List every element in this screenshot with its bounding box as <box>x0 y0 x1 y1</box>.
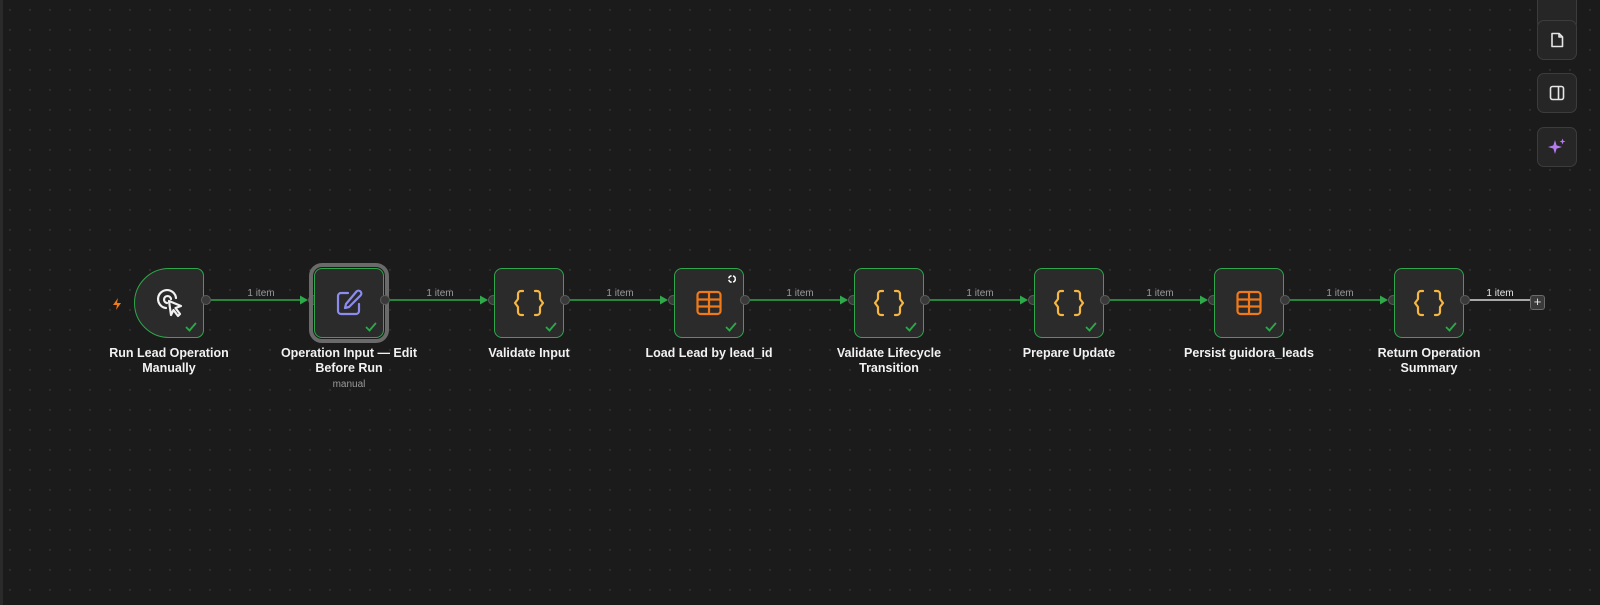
success-check-icon <box>185 322 197 332</box>
edge-label: 1 item <box>606 288 634 299</box>
add-node-button[interactable]: + <box>1530 295 1545 310</box>
edge-label: 1 item <box>786 288 814 299</box>
edge-label: 1 item <box>426 288 454 299</box>
success-check-icon <box>1085 322 1097 332</box>
node-title: Prepare Update <box>1022 346 1116 360</box>
sparkles-icon <box>1548 138 1566 154</box>
node-validate-input[interactable] <box>494 268 564 338</box>
success-check-icon <box>1265 322 1277 332</box>
success-check-icon <box>545 322 557 332</box>
success-check-icon <box>725 322 737 332</box>
node-title: Run Lead Operation Manually <box>109 346 229 375</box>
node-title: Operation Input — Edit Before Run <box>280 346 418 375</box>
node-return-operation-summary[interactable] <box>1394 268 1464 338</box>
sticky-note-button[interactable] <box>1537 20 1577 60</box>
node-title: Validate Input <box>488 346 570 360</box>
panel-toggle-button[interactable] <box>1537 73 1577 113</box>
node-title: Validate Lifecycle Transition <box>836 346 942 375</box>
edge-label: 1 item <box>1146 288 1174 299</box>
trigger-bolt-icon <box>113 298 121 310</box>
edge-label: 1 item <box>1326 288 1354 299</box>
node-subtitle: manual <box>332 379 366 390</box>
sticky-note-icon <box>1551 32 1564 48</box>
node-validate-lifecycle-transition[interactable] <box>854 268 924 338</box>
workflow-canvas[interactable]: Run Lead Operation Manually Operation In… <box>0 0 1600 605</box>
node-load-lead-by-lead-id[interactable] <box>674 268 744 338</box>
connection-layer <box>211 295 1530 305</box>
success-check-icon <box>905 322 917 332</box>
node-prepare-update[interactable] <box>1034 268 1104 338</box>
edge-label: 1 item <box>966 288 994 299</box>
node-title: Return Operation Summary <box>1377 346 1481 375</box>
node-title: Load Lead by lead_id <box>645 346 773 360</box>
panel-right-icon <box>1549 85 1565 101</box>
success-check-icon <box>365 322 377 332</box>
node-title: Persist guidora_leads <box>1184 346 1314 360</box>
ai-assistant-button[interactable] <box>1537 127 1577 167</box>
edge-label: 1 item <box>247 288 275 299</box>
node-persist-guidora-leads[interactable] <box>1214 268 1284 338</box>
refresh-icon[interactable] <box>727 274 737 284</box>
node-run-lead-operation-manually[interactable] <box>134 268 204 338</box>
node-operation-input[interactable] <box>309 263 389 343</box>
success-check-icon <box>1445 322 1457 332</box>
